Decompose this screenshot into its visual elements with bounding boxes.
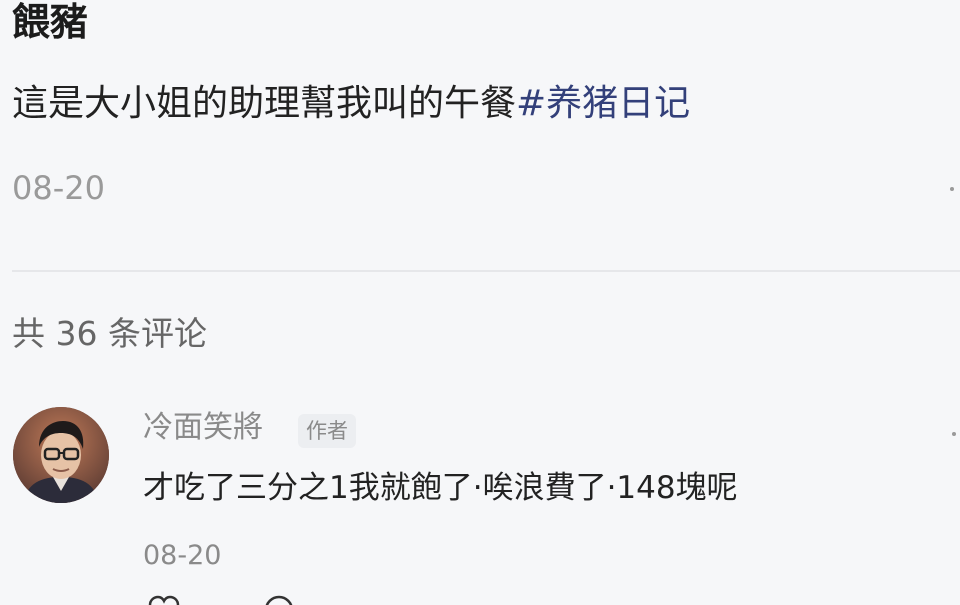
post-date: 08-20 — [12, 169, 105, 207]
more-icon[interactable] — [952, 432, 956, 436]
post-detail-page: 餵豬 這是大小姐的助理幫我叫的午餐#养猪日记 08-20 共 36 条评论 冷面… — [0, 0, 960, 605]
comment-icon[interactable] — [262, 594, 296, 605]
post-hashtag-link[interactable]: #养猪日记 — [516, 83, 690, 124]
comment-count: 共 36 条评论 — [12, 314, 207, 353]
avatar[interactable] — [13, 407, 109, 503]
comment-text: 才吃了三分之1我就飽了·唉浪費了·148塊呢 — [143, 470, 738, 506]
more-icon[interactable] — [950, 187, 954, 191]
avatar-image — [13, 407, 109, 503]
divider — [12, 270, 960, 272]
post-title: 餵豬 — [12, 0, 89, 44]
post-body: 這是大小姐的助理幫我叫的午餐#养猪日记 — [12, 80, 690, 128]
author-badge: 作者 — [298, 414, 356, 448]
post-body-text: 這是大小姐的助理幫我叫的午餐 — [12, 83, 517, 124]
comment-author-name[interactable]: 冷面笑將 — [143, 408, 263, 448]
comment-date: 08-20 — [143, 540, 222, 571]
heart-icon[interactable] — [147, 594, 181, 605]
